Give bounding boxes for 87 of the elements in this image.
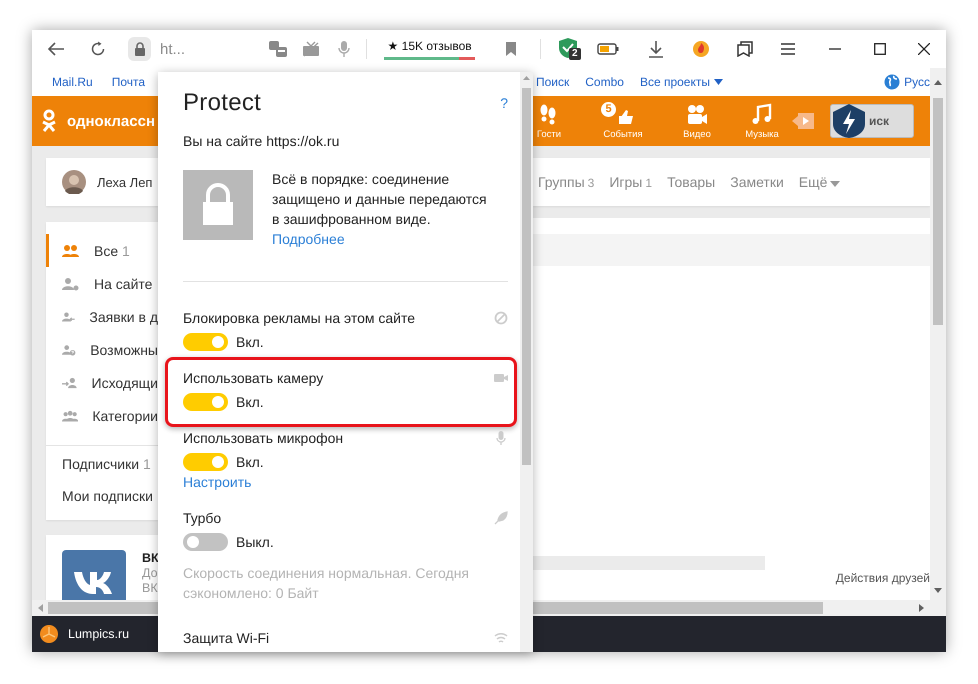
extension-icon[interactable] — [692, 40, 710, 58]
music-note-icon — [750, 102, 774, 126]
battery-icon[interactable] — [597, 43, 619, 55]
reviews-button[interactable]: ★ 15K отзывов — [384, 38, 475, 60]
menu-item[interactable]: Категории — [46, 399, 158, 432]
help-link[interactable]: ? — [500, 95, 508, 111]
person-outgoing-icon — [62, 376, 78, 390]
language-link[interactable]: Русс — [884, 74, 930, 90]
group-icon — [62, 408, 78, 422]
bookmark-icon[interactable] — [505, 41, 517, 57]
promo-text: ВК — [142, 581, 159, 596]
lock-icon — [183, 170, 253, 240]
count-badge: 2 — [569, 48, 581, 60]
bookmark-link[interactable]: Поиск — [536, 75, 570, 89]
toggle-state: Вкл. — [236, 394, 264, 410]
turbo-note: Скорость соединения нормальная. Сегодня сэкономлено: 0 Байт — [183, 564, 470, 603]
download-icon[interactable] — [648, 40, 664, 58]
tv-off-icon[interactable] — [302, 41, 320, 57]
site-address-text: Вы на сайте https://ok.ru — [183, 132, 340, 151]
popup-scrollbar[interactable] — [520, 72, 533, 652]
count-badge: 5 — [601, 102, 616, 116]
promo-title[interactable]: ВК — [142, 551, 159, 566]
scroll-down-icon[interactable] — [934, 588, 942, 593]
close-icon[interactable] — [918, 43, 930, 55]
scroll-right-icon[interactable] — [919, 604, 924, 612]
ok-logo-icon — [40, 109, 58, 133]
person-incoming-icon — [62, 310, 76, 324]
menu-item[interactable]: На сайте — [46, 267, 158, 300]
maximize-icon[interactable] — [874, 43, 886, 55]
popup-title: Protect — [183, 89, 262, 117]
scroll-up-icon[interactable] — [934, 80, 942, 85]
friends-icon — [62, 244, 80, 258]
wifi-icon — [494, 631, 508, 645]
play-icon[interactable] — [792, 111, 814, 131]
menu-icon[interactable] — [781, 43, 795, 55]
toggle-state: Вкл. — [236, 334, 264, 350]
caret-icon — [714, 79, 723, 85]
setting-title: Использовать камеру — [183, 369, 324, 388]
translate-icon[interactable] — [268, 40, 288, 58]
toggle-switch[interactable] — [183, 453, 228, 471]
toggle-switch[interactable] — [183, 333, 228, 351]
setting-title: Турбо — [183, 509, 222, 528]
reload-icon[interactable] — [90, 41, 106, 57]
lock-icon — [134, 42, 146, 56]
setting-title: Использовать микрофон — [183, 429, 344, 448]
menu-item[interactable]: Исходящи — [46, 366, 158, 399]
block-icon — [494, 311, 508, 325]
globe-icon — [884, 74, 900, 90]
microphone-icon — [494, 431, 508, 445]
lightning-icon — [831, 103, 867, 139]
more-link[interactable]: Подробнее — [272, 229, 345, 249]
caret-icon — [830, 181, 840, 187]
search-button[interactable]: иск — [830, 104, 914, 138]
collections-icon[interactable] — [737, 41, 753, 57]
profile-name[interactable]: Леха Леп — [97, 174, 152, 190]
profile-tab[interactable]: Ещё — [798, 174, 840, 190]
menu-item[interactable]: Заявки в д — [46, 300, 158, 333]
setting-title: Защита Wi-Fi — [183, 629, 270, 648]
promo-text: До — [142, 566, 159, 581]
setting-title: Блокировка рекламы на этом сайте — [183, 309, 416, 328]
vertical-scrollbar[interactable] — [930, 68, 946, 600]
friends-activity-title: Действия друзей — [836, 571, 930, 585]
connection-status: Всё в порядке: соединение защищено и данные передаются в зашифрованном виде. — [272, 170, 488, 229]
bookmark-link[interactable]: Mail.Ru — [52, 75, 93, 89]
profile-tab[interactable]: Группы 3 — [538, 174, 594, 190]
menu-item[interactable]: Подписчики 1 — [46, 448, 158, 480]
menu-item[interactable]: Возможны — [46, 333, 158, 366]
toggle-switch[interactable] — [183, 393, 228, 411]
bookmark-link[interactable]: Почта — [112, 75, 146, 89]
bookmark-link[interactable]: Combo — [585, 75, 624, 89]
site-favicon-icon — [40, 625, 58, 643]
video-camera-icon — [685, 102, 709, 126]
bookmark-link[interactable]: Все проекты — [640, 75, 723, 89]
person-question-icon — [62, 342, 76, 356]
settings-link[interactable]: Настроить — [183, 472, 252, 492]
menu-item[interactable]: Мои подписки — [46, 480, 158, 512]
person-online-icon — [62, 276, 80, 290]
profile-tab[interactable]: Товары — [667, 174, 716, 190]
avatar[interactable] — [62, 170, 86, 194]
address-field[interactable]: ht... — [128, 37, 200, 61]
profile-tab[interactable]: Игры 1 — [609, 174, 652, 190]
camera-icon — [494, 371, 508, 385]
profile-tab[interactable]: Заметки — [730, 174, 784, 190]
toggle-switch[interactable] — [183, 533, 228, 551]
toggle-state: Вкл. — [236, 454, 264, 470]
tab-title[interactable]: Lumpics.ru — [68, 627, 130, 641]
toggle-state: Выкл. — [236, 534, 274, 550]
